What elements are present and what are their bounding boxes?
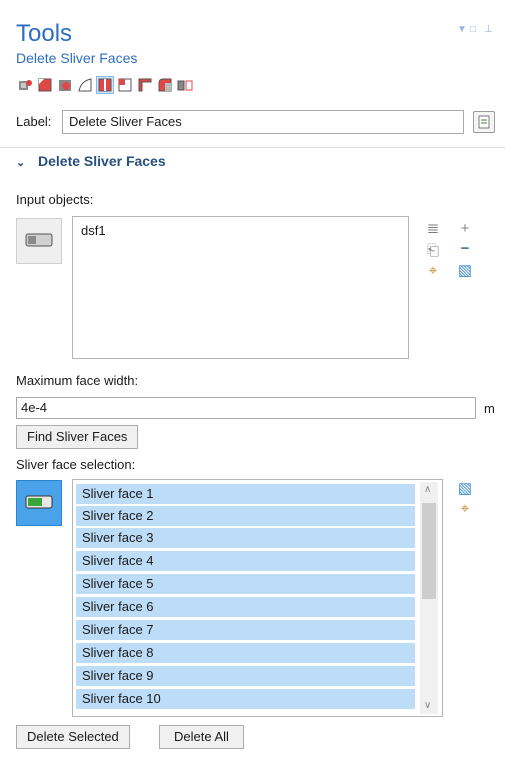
toggle-on-icon [25, 495, 53, 509]
delete-all-button[interactable]: Delete All [159, 725, 244, 749]
input-objects-list[interactable]: dsf1 [72, 216, 409, 359]
paste-icon[interactable]: ≣ [424, 220, 442, 238]
geometry-toolbar [16, 75, 194, 95]
panel-subtitle: Delete Sliver Faces [16, 50, 138, 66]
list-item[interactable]: Sliver face 10 [76, 689, 415, 710]
list-item[interactable]: Sliver face 6 [76, 597, 415, 618]
label-caption: Label: [16, 114, 52, 129]
add-icon[interactable]: + [456, 220, 474, 238]
list-item[interactable]: Sliver face 4 [76, 551, 415, 572]
split-face-icon[interactable] [96, 76, 114, 94]
list-item[interactable]: dsf1 [81, 223, 106, 238]
divider [0, 147, 505, 148]
block-corner-icon[interactable] [117, 77, 133, 93]
scroll-down-icon[interactable]: ∨ [424, 700, 431, 711]
chevron-down-icon: ⌄ [16, 157, 26, 169]
cylinder-face-icon[interactable] [57, 77, 73, 93]
collapse-icon[interactable]: ▼ [457, 24, 467, 35]
box-face-icon[interactable] [37, 77, 53, 93]
round-box-icon[interactable] [157, 77, 173, 93]
list-item[interactable]: Sliver face 2 [76, 506, 415, 527]
wedge-icon[interactable] [77, 77, 93, 93]
list-item[interactable]: Sliver face 7 [76, 620, 415, 641]
split-pieces-icon[interactable] [177, 77, 193, 93]
list-item[interactable]: Sliver face 9 [76, 666, 415, 687]
copy-icon[interactable]: ⎗ [424, 242, 442, 260]
sweep-icon[interactable] [17, 77, 33, 93]
section-title: Delete Sliver Faces [38, 153, 166, 169]
find-sliver-faces-button[interactable]: Find Sliver Faces [16, 425, 139, 449]
activate-selection-button[interactable] [16, 218, 62, 264]
panel-title: Tools [16, 20, 73, 47]
max-width-caption: Maximum face width: [16, 373, 139, 388]
label-action-button[interactable] [473, 111, 495, 133]
unit-label: m [484, 401, 495, 416]
section-header[interactable]: ⌄ Delete Sliver Faces [16, 153, 166, 169]
zoom-selected-icon[interactable]: ⌖ [424, 262, 442, 280]
corner-icon[interactable] [137, 77, 153, 93]
list-item[interactable]: Sliver face 5 [76, 574, 415, 595]
maximize-icon[interactable]: □ [470, 24, 476, 35]
toggle-icon [25, 233, 53, 247]
zoom-selected-icon[interactable]: ⌖ [456, 500, 474, 518]
document-icon [478, 115, 490, 129]
label-field[interactable]: Delete Sliver Faces [62, 110, 464, 134]
pin-icon[interactable]: ⊥ [484, 24, 493, 35]
activate-selection-button-active[interactable] [16, 480, 62, 526]
scrollbar-thumb[interactable] [422, 503, 436, 599]
list-item[interactable]: Sliver face 1 [76, 484, 415, 505]
clear-selection-icon[interactable]: ▧ [456, 480, 474, 498]
clear-selection-icon[interactable]: ▧ [456, 262, 474, 280]
list-item[interactable]: Sliver face 8 [76, 643, 415, 664]
scroll-up-icon[interactable]: ∧ [424, 484, 431, 495]
input-objects-caption: Input objects: [16, 192, 94, 207]
sliver-selection-caption: Sliver face selection: [16, 457, 136, 472]
max-width-input[interactable]: 4e-4 [16, 397, 476, 419]
list-item[interactable]: Sliver face 3 [76, 528, 415, 549]
sliver-face-list[interactable]: Sliver face 1 Sliver face 2 Sliver face … [72, 479, 443, 717]
remove-icon[interactable]: − [456, 240, 474, 258]
delete-selected-button[interactable]: Delete Selected [16, 725, 130, 749]
